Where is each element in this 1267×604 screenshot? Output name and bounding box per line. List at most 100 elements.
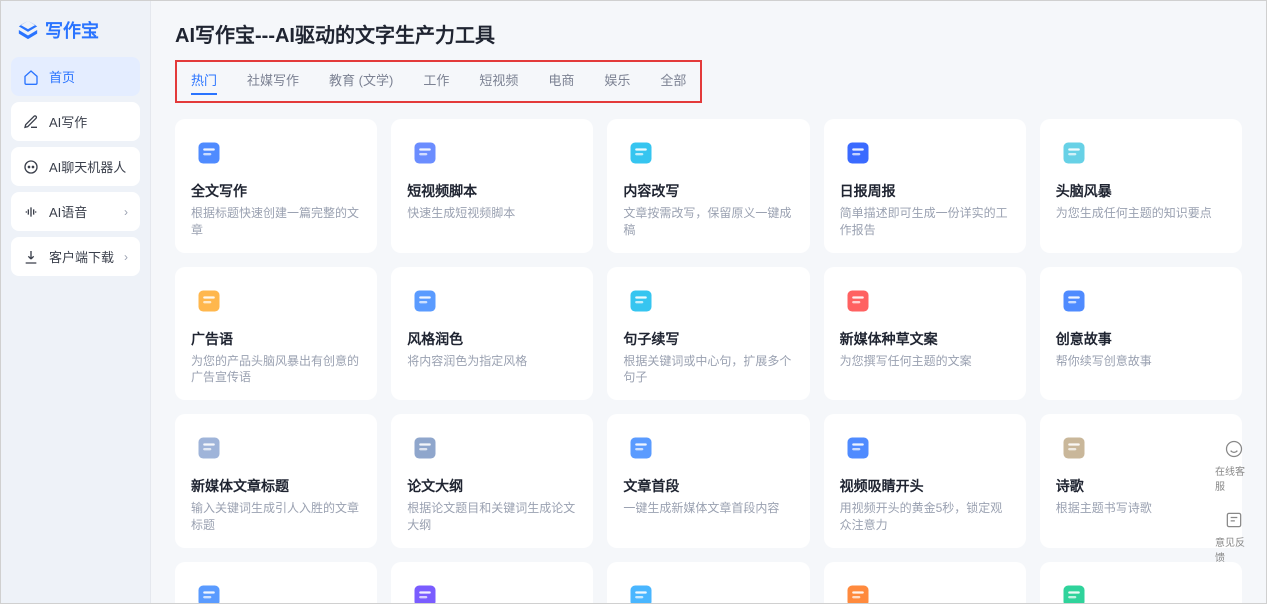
- video-icon: [407, 135, 443, 171]
- firstpara-icon: [623, 430, 659, 466]
- brain-icon: [1056, 135, 1092, 171]
- sidebar: 写作宝 首页 AI写作 AI聊天机器人 AI语音› 客户端下载 ›: [1, 1, 151, 603]
- brand: 写作宝: [11, 13, 140, 57]
- tool-card-15[interactable]: 论文摘要根据论文题目和关键词生成论文摘要: [175, 562, 377, 603]
- card-desc: 输入关键词生成引人入胜的文章标题: [191, 500, 361, 534]
- tool-card-11[interactable]: 论文大纲根据论文题目和关键词生成论文大纲: [391, 414, 593, 548]
- sidebar-item-label: AI写作: [49, 112, 87, 131]
- sidebar-item-label: 客户端下载: [49, 247, 114, 266]
- continue-icon: [623, 283, 659, 319]
- tool-card-19[interactable]: 取名神器一键生成人名、公司名称: [1040, 562, 1242, 603]
- tool-card-9[interactable]: 创意故事帮你续写创意故事: [1040, 267, 1242, 401]
- seed-icon: [840, 283, 876, 319]
- tab-5[interactable]: 电商: [548, 70, 574, 95]
- outline-icon: [407, 430, 443, 466]
- card-title: 短视频脚本: [407, 181, 577, 201]
- tab-0[interactable]: 热门: [191, 70, 217, 95]
- tool-card-2[interactable]: 内容改写文章按需改写，保留原义一键成稿: [607, 119, 809, 253]
- home-icon: [23, 69, 39, 85]
- tool-card-4[interactable]: 头脑风暴为您生成任何主题的知识要点: [1040, 119, 1242, 253]
- doc-icon: [191, 135, 227, 171]
- brand-logo-icon: [17, 19, 39, 41]
- card-desc: 文章按需改写，保留原义一键成稿: [623, 205, 793, 239]
- sidebar-item-label: AI聊天机器人: [49, 157, 126, 176]
- card-desc: 帮你续写创意故事: [1056, 353, 1226, 370]
- abstract-icon: [191, 578, 227, 603]
- tool-card-10[interactable]: 新媒体文章标题输入关键词生成引人入胜的文章标题: [175, 414, 377, 548]
- tab-1[interactable]: 社媒写作: [247, 70, 299, 95]
- card-title: 句子续写: [623, 329, 793, 349]
- nav-list: 首页 AI写作 AI聊天机器人 AI语音› 客户端下载 ›: [11, 57, 140, 276]
- sidebar-item-3[interactable]: AI语音›: [11, 192, 140, 231]
- card-desc: 根据标题快速创建一篇完整的文章: [191, 205, 361, 239]
- card-title: 视频吸睛开头: [840, 476, 1010, 496]
- card-desc: 根据关键词或中心句，扩展多个句子: [623, 353, 793, 387]
- tool-card-5[interactable]: 广告语为您的产品头脑风暴出有创意的广告宣传语: [175, 267, 377, 401]
- smile-icon: [1223, 438, 1245, 460]
- card-desc: 快速生成短视频脚本: [407, 205, 577, 222]
- card-title: 新媒体种草文案: [840, 329, 1010, 349]
- tool-card-16[interactable]: 短视频脚本大纲生成VLOG、口播稿等短视频的拍摄大纲: [391, 562, 593, 603]
- page-title: AI写作宝---AI驱动的文字生产力工具: [175, 19, 1242, 48]
- float-buttons: 在线客服意见反馈: [1215, 438, 1253, 564]
- sidebar-item-2[interactable]: AI聊天机器人: [11, 147, 140, 186]
- main-content: AI写作宝---AI驱动的文字生产力工具 热门 社媒写作 教育 (文学) 工作 短视频 电…: [151, 1, 1266, 603]
- sidebar-item-label: 首页: [49, 67, 75, 86]
- rewrite-icon: [623, 135, 659, 171]
- title-icon: [191, 430, 227, 466]
- card-desc: 为您生成任何主题的知识要点: [1056, 205, 1226, 222]
- float-btn-0[interactable]: 在线客服: [1215, 438, 1253, 493]
- card-desc: 用视频开头的黄金5秒，锁定观众注意力: [840, 500, 1010, 534]
- card-desc: 将内容润色为指定风格: [407, 353, 577, 370]
- tab-2[interactable]: 教育 (文学): [329, 70, 393, 95]
- tool-card-1[interactable]: 短视频脚本快速生成短视频脚本: [391, 119, 593, 253]
- tab-6[interactable]: 娱乐: [604, 70, 630, 95]
- audio-icon: [23, 204, 39, 220]
- tool-card-13[interactable]: 视频吸睛开头用视频开头的黄金5秒，锁定观众注意力: [824, 414, 1026, 548]
- poem-icon: [1056, 430, 1092, 466]
- tab-3[interactable]: 工作: [423, 70, 449, 95]
- download-icon: [23, 249, 39, 265]
- card-title: 内容改写: [623, 181, 793, 201]
- float-btn-label: 意见反馈: [1215, 534, 1253, 564]
- tool-card-17[interactable]: 人物塑造为你故事中的角色塑造一个丰满的人物形象: [607, 562, 809, 603]
- edit-icon: [23, 114, 39, 130]
- card-title: 广告语: [191, 329, 361, 349]
- brand-text: 写作宝: [45, 17, 99, 43]
- sidebar-item-4[interactable]: 客户端下载 ›: [11, 237, 140, 276]
- tool-card-8[interactable]: 新媒体种草文案为您撰写任何主题的文案: [824, 267, 1026, 401]
- character-icon: [623, 578, 659, 603]
- chevron-right-icon: ›: [124, 250, 128, 264]
- tool-card-18[interactable]: 视频内容灵感想热点拍视频？让AI写作宝来提供灵感: [824, 562, 1026, 603]
- feedback-icon: [1223, 509, 1245, 531]
- tool-card-12[interactable]: 文章首段一键生成新媒体文章首段内容: [607, 414, 809, 548]
- chat-icon: [23, 159, 39, 175]
- polish-icon: [407, 283, 443, 319]
- tool-card-6[interactable]: 风格润色将内容润色为指定风格: [391, 267, 593, 401]
- tool-card-3[interactable]: 日报周报简单描述即可生成一份详实的工作报告: [824, 119, 1026, 253]
- sidebar-item-0[interactable]: 首页: [11, 57, 140, 96]
- card-title: 风格润色: [407, 329, 577, 349]
- card-desc: 根据论文题目和关键词生成论文大纲: [407, 500, 577, 534]
- float-btn-label: 在线客服: [1215, 463, 1253, 493]
- card-title: 新媒体文章标题: [191, 476, 361, 496]
- card-title: 诗歌: [1056, 476, 1226, 496]
- card-desc: 为您的产品头脑风暴出有创意的广告宣传语: [191, 353, 361, 387]
- card-title: 全文写作: [191, 181, 361, 201]
- sidebar-item-1[interactable]: AI写作: [11, 102, 140, 141]
- card-grid: 全文写作根据标题快速创建一篇完整的文章短视频脚本快速生成短视频脚本内容改写文章按…: [175, 119, 1242, 603]
- card-title: 论文大纲: [407, 476, 577, 496]
- card-desc: 根据主题书写诗歌: [1056, 500, 1226, 517]
- float-btn-1[interactable]: 意见反馈: [1215, 509, 1253, 564]
- scriptoutline-icon: [407, 578, 443, 603]
- app-root: 写作宝 首页 AI写作 AI聊天机器人 AI语音› 客户端下载 › AI写作宝---AI驱…: [0, 0, 1267, 604]
- tool-card-14[interactable]: 诗歌根据主题书写诗歌: [1040, 414, 1242, 548]
- naming-icon: [1056, 578, 1092, 603]
- card-title: 头脑风暴: [1056, 181, 1226, 201]
- tool-card-7[interactable]: 句子续写根据关键词或中心句，扩展多个句子: [607, 267, 809, 401]
- tool-card-0[interactable]: 全文写作根据标题快速创建一篇完整的文章: [175, 119, 377, 253]
- tab-7[interactable]: 全部: [660, 70, 686, 95]
- category-tabs: 热门 社媒写作 教育 (文学) 工作 短视频 电商 娱乐 全部: [175, 60, 702, 103]
- tab-4[interactable]: 短视频: [479, 70, 518, 95]
- inspire-icon: [840, 578, 876, 603]
